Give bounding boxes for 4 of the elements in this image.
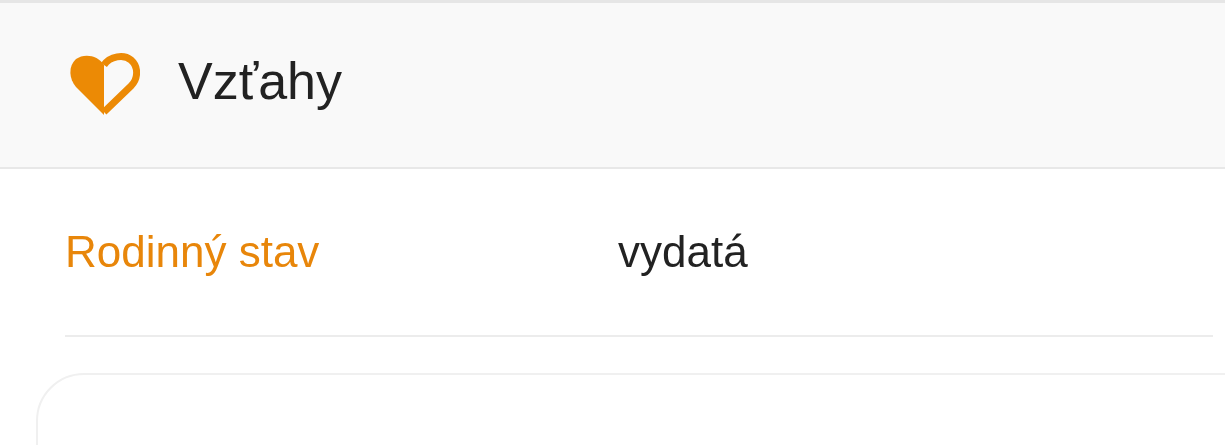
- section-title: Vzťahy: [178, 51, 343, 112]
- field-value: vydatá: [618, 226, 748, 278]
- field-label: Rodinný stav: [65, 226, 321, 278]
- heart-icon: [68, 53, 140, 117]
